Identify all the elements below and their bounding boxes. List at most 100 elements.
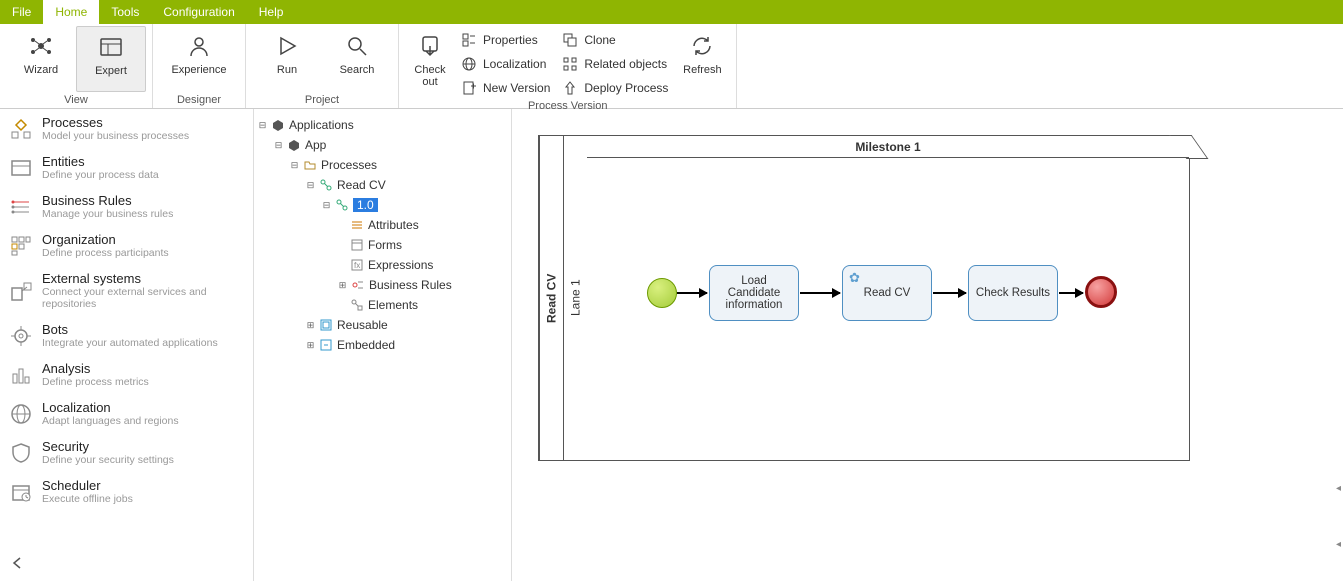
task-load-candidate-label: Load Candidate information [714,275,794,311]
tree-brules[interactable]: ⊞ Business Rules [258,275,507,295]
menu-file[interactable]: File [0,0,43,24]
cube-icon [287,138,301,152]
ribbon-expert[interactable]: Expert [76,26,146,92]
tree-collapse-icon[interactable]: ⊟ [306,181,315,190]
reusable-icon [319,318,333,332]
tree-readcv[interactable]: ⊟ Read CV [258,175,507,195]
tree-embedded[interactable]: ⊞ Embedded [258,335,507,355]
ribbon-run[interactable]: Run [252,26,322,92]
menu-tools[interactable]: Tools [99,0,151,24]
tree-collapse-icon[interactable]: ⊟ [274,141,283,150]
tree-expand-icon[interactable]: ⊞ [306,341,315,350]
tree-expressions[interactable]: fx Expressions [258,255,507,275]
ribbon-newversion[interactable]: New Version [461,78,550,98]
tree-expressions-label: Expressions [368,258,433,272]
nav-entities[interactable]: EntitiesDefine your process data [0,148,253,187]
ribbon-group-view-title: View [64,92,88,108]
nav-analysis[interactable]: AnalysisDefine process metrics [0,355,253,394]
diagram-canvas[interactable]: Read CV Lane 1 Milestone 1 Load Candidat… [512,109,1343,581]
nav-ext-title: External systems [42,271,243,286]
milestone-label: Milestone 1 [855,140,920,154]
nav-rules-sub: Manage your business rules [42,208,173,220]
ribbon-clone[interactable]: Clone [562,30,668,50]
ribbon-group-project: Run Search Project [246,24,399,108]
menu-help[interactable]: Help [247,0,296,24]
tree-collapse-icon[interactable]: ⊟ [290,161,299,170]
nav-back[interactable] [0,548,253,581]
tree-collapse-icon[interactable]: ⊟ [322,201,331,210]
ribbon-group-designer-title: Designer [177,92,221,108]
nav-entities-sub: Define your process data [42,169,159,181]
ribbon-refresh[interactable]: Refresh [674,26,730,98]
nav-localization[interactable]: LocalizationAdapt languages and regions [0,394,253,433]
menu-bar: File Home Tools Configuration Help [0,0,1343,24]
svg-text:fx: fx [354,261,360,270]
ribbon-wizard[interactable]: Wizard [6,26,76,92]
nav-bots[interactable]: BotsIntegrate your automated application… [0,316,253,355]
ribbon-deploy[interactable]: Deploy Process [562,78,668,98]
ribbon-deploy-label: Deploy Process [584,81,668,95]
nav-security[interactable]: SecurityDefine your security settings [0,433,253,472]
ribbon-related[interactable]: Related objects [562,54,668,74]
ribbon-experience[interactable]: Experience [159,26,239,92]
task-load-candidate[interactable]: Load Candidate information [709,265,799,321]
tree-expand-icon[interactable]: ⊞ [338,281,347,290]
nav-local-title: Localization [42,400,179,415]
body-row: ProcessesModel your business processes E… [0,109,1343,581]
experience-icon [185,32,213,60]
nav-scheduler[interactable]: SchedulerExecute offline jobs [0,472,253,511]
ribbon-experience-label: Experience [171,64,226,76]
ribbon-wizard-label: Wizard [24,64,58,76]
ribbon-checkout[interactable]: Check out [405,26,455,98]
ribbon-properties[interactable]: Properties [461,30,550,50]
localization-icon [461,56,477,72]
milestone-header[interactable]: Milestone 1 [587,136,1189,158]
sequence-flow-4[interactable] [1059,292,1083,294]
tree-applications[interactable]: ⊟ Applications [258,115,507,135]
ribbon-clone-label: Clone [584,33,615,47]
tree-reusable[interactable]: ⊞ Reusable [258,315,507,335]
menu-configuration[interactable]: Configuration [151,0,246,24]
pool-title[interactable]: Read CV [539,136,563,460]
canvas-collapse-left-icon[interactable]: ◂ [1336,539,1341,550]
forms-icon [350,238,364,252]
sequence-flow-1[interactable] [677,292,707,294]
start-event[interactable] [647,278,677,308]
task-read-cv[interactable]: ✿ Read CV [842,265,932,321]
nav-rules[interactable]: Business RulesManage your business rules [0,187,253,226]
lane-title[interactable]: Lane 1 [563,136,587,460]
nav-processes[interactable]: ProcessesModel your business processes [0,109,253,148]
organization-icon [10,235,32,257]
nav-org-sub: Define process participants [42,247,169,259]
checkout-icon [416,32,444,60]
ribbon-expert-label: Expert [95,65,127,77]
nav-external-systems[interactable]: External systemsConnect your external se… [0,265,253,316]
sequence-flow-2[interactable] [800,292,840,294]
nav-organization[interactable]: OrganizationDefine process participants [0,226,253,265]
tree-attributes[interactable]: Attributes [258,215,507,235]
tree-panel: ⊟ Applications ⊟ App ⊟ Processes ⊟ Read … [254,109,512,581]
lane-body[interactable]: Load Candidate information ✿ Read CV Che… [587,158,1189,460]
task-check-results[interactable]: Check Results [968,265,1058,321]
tree-collapse-icon[interactable]: ⊟ [258,121,267,130]
ribbon-search[interactable]: Search [322,26,392,92]
chevron-left-icon [10,559,24,573]
canvas-collapse-right-icon[interactable]: ◂ [1336,483,1341,494]
bpmn-pool[interactable]: Read CV Lane 1 Milestone 1 Load Candidat… [538,135,1190,461]
left-nav: ProcessesModel your business processes E… [0,109,254,581]
end-event[interactable] [1085,276,1117,308]
tree-expand-icon[interactable]: ⊞ [306,321,315,330]
tree-app[interactable]: ⊟ App [258,135,507,155]
ribbon-localization[interactable]: Localization [461,54,550,74]
search-icon [343,32,371,60]
nav-bots-title: Bots [42,322,218,337]
tree-version-label: 1.0 [353,198,378,212]
ribbon-localization-label: Localization [483,57,546,71]
tree-forms[interactable]: Forms [258,235,507,255]
tree-version[interactable]: ⊟ 1.0 [258,195,507,215]
menu-home[interactable]: Home [43,0,99,24]
sequence-flow-3[interactable] [933,292,966,294]
tree-processes[interactable]: ⊟ Processes [258,155,507,175]
tree-elements[interactable]: Elements [258,295,507,315]
bots-icon [10,325,32,347]
